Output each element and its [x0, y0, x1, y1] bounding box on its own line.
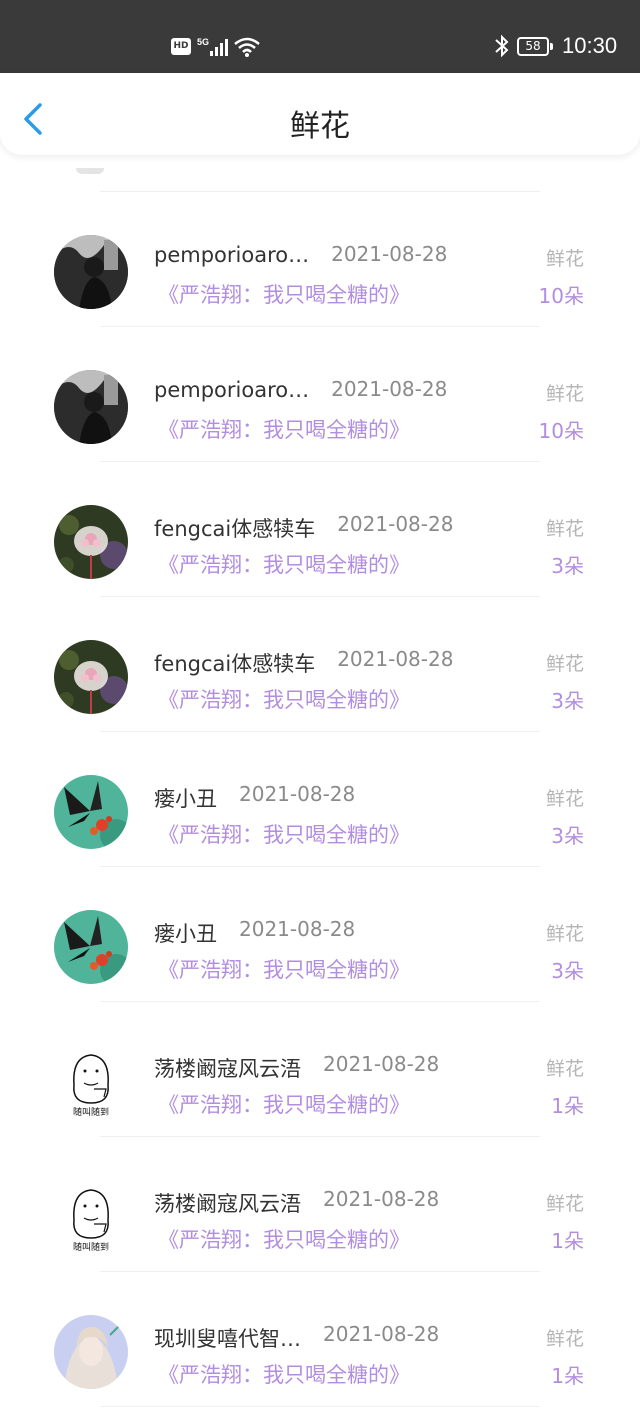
gift-type: 鲜花 [545, 518, 584, 540]
gift-date: 2021-08-28 [239, 917, 356, 941]
gift-count: 10朵 [538, 419, 584, 443]
gift-date: 2021-08-28 [331, 377, 448, 401]
page-title: 鲜花 [290, 109, 350, 144]
gift-count: 3朵 [551, 959, 584, 983]
work-title-link[interactable]: 《严浩翔：我只喝全糖的》 [158, 1359, 410, 1389]
work-title-link[interactable]: 《严浩翔：我只喝全糖的》 [158, 1089, 410, 1119]
bluetooth-icon [495, 34, 509, 58]
list-item[interactable]: pemporioaro… 2021-08-28 鲜花 《严浩翔：我只喝全糖的》 … [0, 327, 640, 462]
hd-icon: HD [171, 38, 191, 55]
gift-date: 2021-08-28 [337, 512, 454, 536]
gift-type: 鲜花 [545, 383, 584, 405]
user-name[interactable]: 荡楼阚寇风云浯 [154, 1053, 301, 1083]
user-name[interactable]: 现圳叟嘻代智… [154, 1323, 301, 1353]
work-title-link[interactable]: 《严浩翔：我只喝全糖的》 [158, 1224, 410, 1254]
list-item[interactable]: pemporioaro… 2021-08-28 鲜花 《严浩翔：我只喝全糖的》 … [0, 192, 640, 327]
avatar[interactable] [54, 505, 128, 579]
gift-count: 1朵 [551, 1364, 584, 1388]
gift-type: 鲜花 [545, 788, 584, 810]
divider [100, 1406, 540, 1407]
svg-text:随叫随到: 随叫随到 [73, 1241, 109, 1253]
gift-type: 鲜花 [545, 1193, 584, 1215]
gift-type: 鲜花 [545, 923, 584, 945]
gift-count: 1朵 [551, 1094, 584, 1118]
gift-type: 鲜花 [545, 248, 584, 270]
avatar[interactable] [54, 1315, 128, 1389]
avatar[interactable] [54, 910, 128, 984]
gift-date: 2021-08-28 [331, 242, 448, 266]
list-item[interactable]: 现圳叟嘻代智… 2021-08-28 鲜花 《严浩翔：我只喝全糖的》 1朵 [0, 1272, 640, 1407]
avatar[interactable] [54, 235, 128, 309]
user-name[interactable]: 荡楼阚寇风云浯 [154, 1188, 301, 1218]
gift-count: 10朵 [538, 284, 584, 308]
user-name[interactable]: 瘘小丑 [154, 918, 217, 948]
user-name[interactable]: pemporioaro… [154, 378, 309, 402]
gift-date: 2021-08-28 [239, 782, 356, 806]
user-name[interactable]: fengcai体感犊车 [154, 513, 315, 543]
avatar[interactable] [54, 370, 128, 444]
gift-count: 3朵 [551, 689, 584, 713]
user-name[interactable]: 瘘小丑 [154, 783, 217, 813]
avatar[interactable] [54, 640, 128, 714]
signal-5g-icon: 5G [197, 37, 228, 56]
gift-count: 1朵 [551, 1229, 584, 1253]
work-title-link[interactable]: 《严浩翔：我只喝全糖的》 [158, 414, 410, 444]
battery-icon: 58 [517, 37, 553, 56]
gift-date: 2021-08-28 [337, 647, 454, 671]
avatar[interactable]: 随叫随到 [54, 1045, 128, 1119]
work-title-link[interactable]: 《严浩翔：我只喝全糖的》 [158, 819, 410, 849]
gift-type: 鲜花 [545, 1328, 584, 1350]
gift-type: 鲜花 [545, 1058, 584, 1080]
gift-count: 3朵 [551, 824, 584, 848]
avatar[interactable] [54, 775, 128, 849]
clock: 10:30 [562, 33, 618, 58]
gift-count: 3朵 [551, 554, 584, 578]
list-item[interactable]: fengcai体感犊车 2021-08-28 鲜花 《严浩翔：我只喝全糖的》 3… [0, 597, 640, 732]
list-item[interactable]: 瘘小丑 2021-08-28 鲜花 《严浩翔：我只喝全糖的》 3朵 [0, 867, 640, 1002]
user-name[interactable]: pemporioaro… [154, 243, 309, 267]
network-label: 5G [197, 37, 209, 47]
gift-date: 2021-08-28 [323, 1322, 440, 1346]
gift-date: 2021-08-28 [323, 1187, 440, 1211]
list-item[interactable]: 瘘小丑 2021-08-28 鲜花 《严浩翔：我只喝全糖的》 3朵 [0, 732, 640, 867]
gift-date: 2021-08-28 [323, 1052, 440, 1076]
list-item[interactable]: 随叫随到 荡楼阚寇风云浯 2021-08-28 鲜花 《严浩翔：我只喝全糖的》 … [0, 1137, 640, 1272]
partial-avatar [76, 168, 104, 174]
list-item[interactable]: fengcai体感犊车 2021-08-28 鲜花 《严浩翔：我只喝全糖的》 3… [0, 462, 640, 597]
header-bar: 鲜花 [0, 73, 640, 155]
avatar[interactable]: 随叫随到 [54, 1180, 128, 1254]
gift-type: 鲜花 [545, 653, 584, 675]
user-name[interactable]: fengcai体感犊车 [154, 648, 315, 678]
work-title-link[interactable]: 《严浩翔：我只喝全糖的》 [158, 279, 410, 309]
list-item[interactable]: 随叫随到 荡楼阚寇风云浯 2021-08-28 鲜花 《严浩翔：我只喝全糖的》 … [0, 1002, 640, 1137]
wifi-icon [234, 37, 260, 57]
work-title-link[interactable]: 《严浩翔：我只喝全糖的》 [158, 549, 410, 579]
work-title-link[interactable]: 《严浩翔：我只喝全糖的》 [158, 954, 410, 984]
svg-text:随叫随到: 随叫随到 [73, 1106, 109, 1118]
status-bar: HD 5G 58 10:30 [0, 0, 640, 73]
work-title-link[interactable]: 《严浩翔：我只喝全糖的》 [158, 684, 410, 714]
